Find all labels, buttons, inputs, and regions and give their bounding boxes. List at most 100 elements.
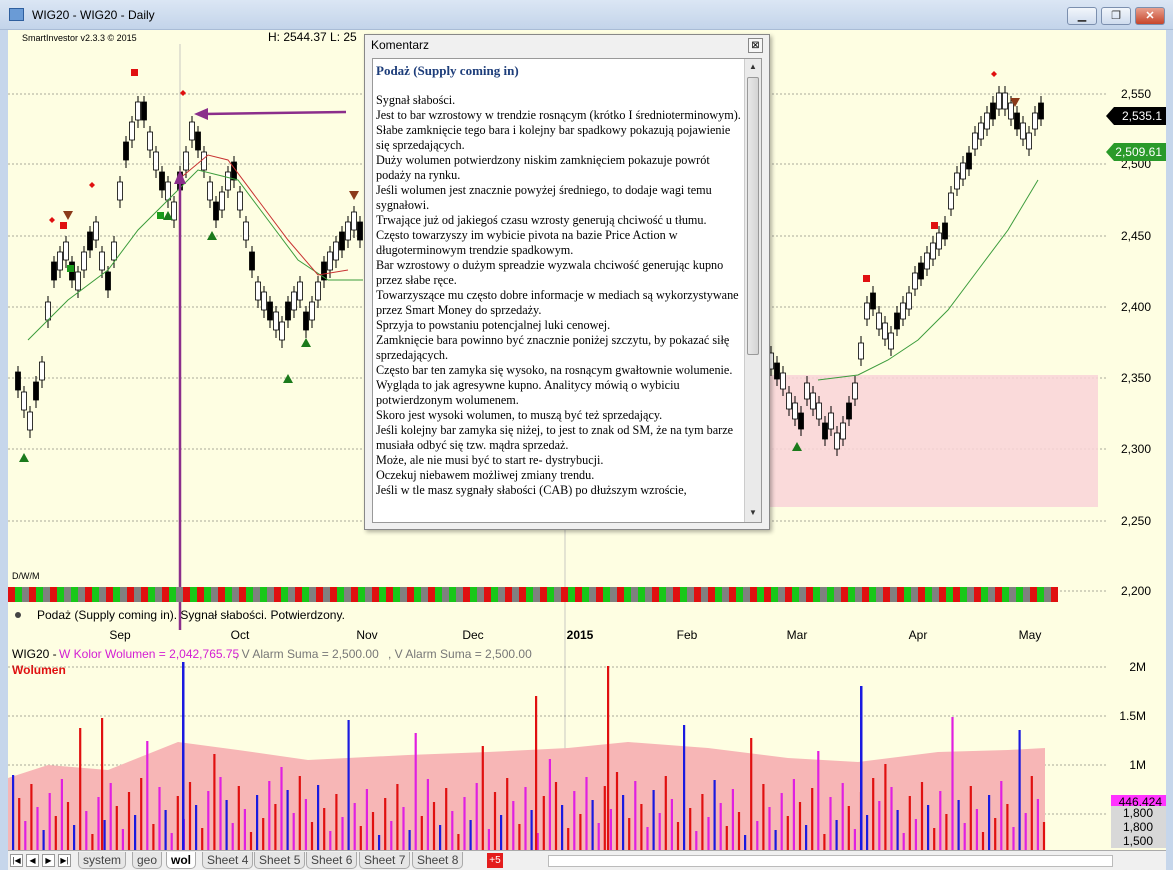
trend-strip-cell	[169, 587, 176, 592]
volume-bar	[664, 776, 667, 850]
trend-strip-cell	[939, 587, 946, 592]
popup-line: Często bar ten zamyka się wysoko, na ros…	[376, 363, 733, 407]
trend-strip-cell	[1023, 592, 1030, 597]
close-button[interactable]: ✕	[1135, 7, 1165, 25]
volume-bar	[243, 809, 246, 850]
candle-body	[906, 292, 912, 310]
app-icon	[9, 8, 24, 21]
trend-strip-cell	[1044, 587, 1051, 592]
trend-strip-cell	[141, 592, 148, 597]
sheet-nav-button[interactable]: ▶|	[58, 854, 71, 867]
scroll-down-icon[interactable]: ▼	[748, 508, 758, 518]
trend-strip-cell	[36, 597, 43, 602]
horizontal-scrollbar[interactable]	[548, 855, 1113, 867]
sheet-tab[interactable]: Sheet 7	[359, 852, 411, 869]
trend-strip-cell	[785, 592, 792, 597]
volume-bar	[12, 775, 15, 850]
trend-strip-cell	[652, 592, 659, 597]
trend-strip-cell	[302, 587, 309, 592]
trend-strip-cell	[428, 587, 435, 592]
signal-dot-icon	[89, 182, 95, 188]
volume-bar	[579, 814, 582, 850]
trend-strip-cell	[771, 597, 778, 602]
comment-popup[interactable]: Komentarz ⊠ Podaż (Supply coming in) Syg…	[364, 34, 770, 530]
trend-strip-cell	[694, 592, 701, 597]
sheet-nav-button[interactable]: ◀	[26, 854, 39, 867]
trend-strip-cell	[729, 592, 736, 597]
trend-strip-cell	[533, 587, 540, 592]
trend-strip-cell	[281, 592, 288, 597]
trend-strip-cell	[575, 592, 582, 597]
sheet-tab[interactable]: Sheet 4	[202, 852, 254, 869]
candle-body	[894, 312, 900, 330]
candle-body	[1026, 132, 1032, 150]
popup-heading: Podaż (Supply coming in)	[376, 63, 519, 78]
signal-description: Podaż (Supply coming in). Sygnał słabośc…	[37, 608, 345, 622]
sheet-tab[interactable]: Sheet 8	[412, 852, 464, 869]
trend-strip-cell	[617, 587, 624, 592]
volume-tick: 1M	[1129, 758, 1146, 772]
volume-bar	[292, 813, 295, 850]
trend-strip-cell	[99, 587, 106, 592]
trend-strip-cell	[281, 597, 288, 602]
sheet-tab[interactable]: system	[78, 852, 127, 869]
popup-scrollbar[interactable]: ▲ ▼	[744, 59, 761, 522]
volume-bar	[432, 802, 436, 850]
candle-body	[339, 231, 345, 251]
trend-strip-cell	[932, 597, 939, 602]
trend-strip-cell	[379, 587, 386, 592]
trend-strip-cell	[239, 592, 246, 597]
scroll-up-icon[interactable]: ▲	[748, 62, 758, 72]
restore-button[interactable]: ❐	[1101, 7, 1131, 25]
trend-strip-cell	[533, 592, 540, 597]
volume-bar	[195, 805, 198, 850]
trend-strip-cell	[582, 587, 589, 592]
volume-bar	[725, 826, 728, 850]
candle-body	[183, 151, 189, 171]
volume-bar	[298, 776, 301, 850]
volume-bar	[146, 741, 149, 850]
trend-strip-cell	[575, 587, 582, 592]
trend-strip-cell	[855, 592, 862, 597]
trend-strip-cell	[162, 587, 169, 592]
popup-body[interactable]: Podaż (Supply coming in) Sygnał słabości…	[372, 58, 762, 523]
candle-body	[351, 211, 357, 231]
lock-badge[interactable]: +5	[487, 853, 503, 868]
volume-bar	[719, 803, 722, 850]
volume-bar	[457, 834, 460, 850]
sheet-tab[interactable]: Sheet 6	[306, 852, 358, 869]
candle-body	[1032, 112, 1038, 130]
trend-strip-cell	[533, 597, 540, 602]
trend-strip-cell	[428, 592, 435, 597]
minimize-button[interactable]: ▁	[1067, 7, 1097, 25]
volume-bar	[866, 815, 869, 850]
trend-strip-cell	[673, 592, 680, 597]
volume-bar	[420, 816, 423, 850]
trend-strip-cell	[925, 592, 932, 597]
popup-line: Słabe zamknięcie tego bara i kolejny bar…	[376, 123, 731, 152]
sheet-nav-button[interactable]: |◀	[10, 854, 23, 867]
sheet-bar: |◀ ◀ ▶ ▶| system geo wol Sheet 4 Sheet 5 Sheet 6…	[8, 850, 1166, 870]
trend-strip-cell	[687, 597, 694, 602]
scroll-thumb[interactable]	[747, 77, 759, 355]
trend-strip-cell	[729, 587, 736, 592]
sheet-nav-button[interactable]: ▶	[42, 854, 55, 867]
trend-strip-cell	[141, 587, 148, 592]
popup-close-icon[interactable]: ⊠	[748, 38, 763, 53]
sheet-tab[interactable]: geo	[132, 852, 163, 869]
trend-strip-cell	[148, 587, 155, 592]
trend-strip-cell	[981, 597, 988, 602]
trend-strip-cell	[645, 592, 652, 597]
volume-bar	[1030, 776, 1033, 850]
candle-body	[822, 422, 828, 440]
candle-body	[936, 232, 942, 250]
trend-strip-cell	[57, 597, 64, 602]
volume-bar	[622, 795, 625, 850]
volume-bar	[36, 807, 39, 850]
sheet-tab[interactable]: wol	[166, 852, 196, 869]
trend-strip-cell	[344, 597, 351, 602]
candle-body	[327, 251, 333, 271]
candle-body	[147, 131, 153, 151]
trend-strip-cell	[841, 592, 848, 597]
sheet-tab[interactable]: Sheet 5	[254, 852, 306, 869]
